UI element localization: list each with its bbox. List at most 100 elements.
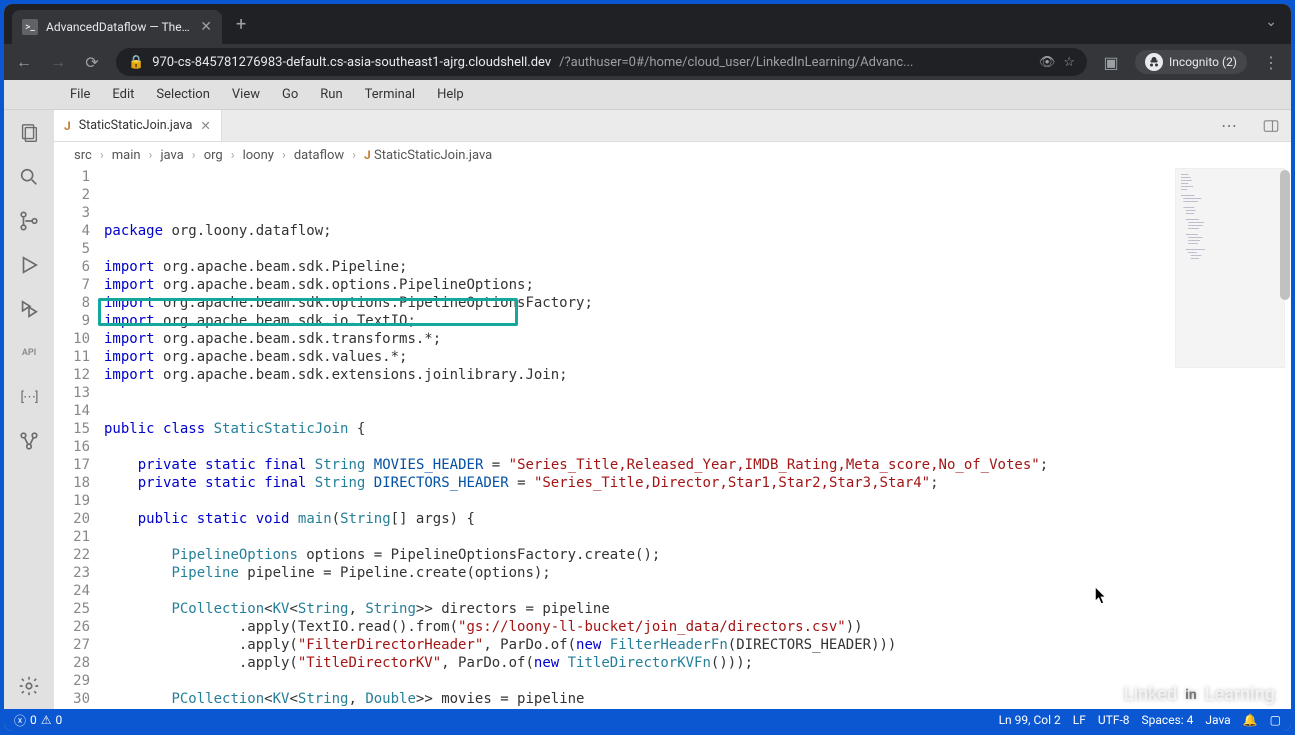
breadcrumb-segment[interactable]: java	[160, 148, 183, 163]
breadcrumb-segment[interactable]: dataflow	[294, 148, 344, 163]
chevron-right-icon: ›	[227, 148, 239, 163]
debug-alt-icon[interactable]	[16, 296, 42, 322]
minimap[interactable]: ▬▬▬▬▬▬▬▬▬▬▬▬▬▬▬▬▬▬▬▬▬▬▬▬▬▬▬▬▬▬▬▬▬▬▬▬▬▬▬▬…	[1175, 168, 1285, 368]
editor-tab-label: StaticStaticJoin.java	[79, 118, 193, 133]
line-number: 17	[54, 456, 90, 474]
settings-gear-icon[interactable]	[16, 673, 42, 699]
menu-edit[interactable]: Edit	[102, 83, 144, 106]
code-line[interactable]: import org.apache.beam.sdk.options.Pipel…	[104, 276, 1291, 294]
tabs-dropdown-icon[interactable]: ⌄	[1251, 4, 1291, 40]
line-number: 21	[54, 528, 90, 546]
code-line[interactable]: private static final String DIRECTORS_HE…	[104, 474, 1291, 492]
code-editor[interactable]: 1234567891011121314151617181920212223242…	[54, 168, 1291, 709]
explorer-icon[interactable]	[16, 120, 42, 146]
breadcrumb-segment[interactable]: loony	[243, 148, 274, 163]
line-number: 23	[54, 564, 90, 582]
line-number: 22	[54, 546, 90, 564]
status-indent[interactable]: Spaces: 4	[1142, 713, 1194, 727]
code-line[interactable]	[104, 402, 1291, 420]
code-line[interactable]: .apply("FilterDirectorHeader", ParDo.of(…	[104, 636, 1291, 654]
code-line[interactable]: import org.apache.beam.sdk.transforms.*;	[104, 330, 1291, 348]
url-bar[interactable]: 🔒 970-cs-845781276983-default.cs-asia-so…	[116, 48, 1087, 76]
scrollbar-thumb[interactable]	[1280, 170, 1290, 300]
brackets-icon[interactable]: [⋯]	[16, 384, 42, 410]
code-line[interactable]: PCollection<KV<String, Double>> movies =…	[104, 690, 1291, 708]
menu-selection[interactable]: Selection	[146, 83, 219, 106]
code-line[interactable]: public class StaticStaticJoin {	[104, 420, 1291, 438]
star-icon[interactable]: ☆	[1063, 55, 1075, 70]
menu-run[interactable]: Run	[310, 83, 352, 106]
status-eol[interactable]: LF	[1073, 713, 1086, 727]
url-path: /?authuser=0#/home/cloud_user/LinkedInLe…	[559, 55, 913, 70]
editor-area: J StaticStaticJoin.java ✕ ⋯ src › main › jav…	[54, 110, 1291, 709]
code-line[interactable]: import org.apache.beam.sdk.Pipeline;	[104, 258, 1291, 276]
code-line[interactable]	[104, 672, 1291, 690]
code-line[interactable]	[104, 582, 1291, 600]
code-line[interactable]: import org.apache.beam.sdk.io.TextIO;	[104, 312, 1291, 330]
code-line[interactable]: import org.apache.beam.sdk.extensions.jo…	[104, 366, 1291, 384]
status-cursor-pos[interactable]: Ln 99, Col 2	[999, 713, 1061, 727]
eye-off-icon[interactable]: 👁	[1039, 55, 1056, 70]
line-number: 26	[54, 618, 90, 636]
line-number: 9	[54, 312, 90, 330]
editor-more-icon[interactable]: ⋯	[1209, 110, 1251, 141]
search-icon[interactable]	[16, 164, 42, 190]
menu-help[interactable]: Help	[427, 83, 474, 106]
status-problems[interactable]: ⓧ 0 ⚠ 0	[14, 712, 62, 729]
breadcrumb-segment[interactable]: src	[74, 148, 92, 163]
api-icon[interactable]: API	[16, 340, 42, 366]
menu-go[interactable]: Go	[272, 83, 308, 106]
nav-forward-icon[interactable]: →	[48, 52, 68, 72]
code-line[interactable]: import org.apache.beam.sdk.options.Pipel…	[104, 294, 1291, 312]
layout-icon[interactable]: ▢	[1270, 713, 1281, 727]
menu-terminal[interactable]: Terminal	[355, 83, 425, 106]
breadcrumb-segment[interactable]: main	[112, 148, 141, 163]
line-number: 1	[54, 168, 90, 186]
cloud-deploy-icon[interactable]	[16, 428, 42, 454]
line-number: 15	[54, 420, 90, 438]
code-line[interactable]: .apply(TextIO.read().from("gs://loony-ll…	[104, 618, 1291, 636]
menu-view[interactable]: View	[222, 83, 270, 106]
code-line[interactable]: .apply("TitleDirectorKV", ParDo.of(new T…	[104, 654, 1291, 672]
code-line[interactable]	[104, 528, 1291, 546]
browser-menu-icon[interactable]: ⋮	[1261, 53, 1281, 72]
status-language[interactable]: Java	[1205, 713, 1230, 727]
run-debug-icon[interactable]	[16, 252, 42, 278]
code-line[interactable]: .apply(TextIO.read().from("gs://loony-ll…	[104, 708, 1291, 709]
source-control-icon[interactable]	[16, 208, 42, 234]
chevron-right-icon: ›	[96, 148, 108, 163]
toggle-panel-icon[interactable]	[1251, 110, 1291, 141]
breadcrumb-segment[interactable]: org	[204, 148, 223, 163]
nav-reload-icon[interactable]: ⟳	[82, 53, 102, 72]
code-line[interactable]	[104, 438, 1291, 456]
code-line[interactable]	[104, 492, 1291, 510]
breadcrumb-segment[interactable]: J StaticStaticJoin.java	[364, 148, 492, 163]
new-tab-button[interactable]: +	[222, 14, 260, 35]
code-line[interactable]: private static final String MOVIES_HEADE…	[104, 456, 1291, 474]
code-line[interactable]: public static void main(String[] args) {	[104, 510, 1291, 528]
browser-toolbar: ← → ⟳ 🔒 970-cs-845781276983-default.cs-a…	[4, 44, 1291, 80]
status-encoding[interactable]: UTF-8	[1098, 713, 1130, 727]
code-line[interactable]: package org.loony.dataflow;	[104, 222, 1291, 240]
line-number: 27	[54, 636, 90, 654]
code-line[interactable]: PCollection<KV<String, String>> director…	[104, 600, 1291, 618]
line-gutter: 1234567891011121314151617181920212223242…	[54, 168, 104, 709]
menu-file[interactable]: File	[60, 83, 100, 106]
code-line[interactable]	[104, 240, 1291, 258]
code-line[interactable]: import org.apache.beam.sdk.values.*;	[104, 348, 1291, 366]
scrollbar[interactable]	[1277, 168, 1291, 709]
bell-icon[interactable]: 🔔	[1243, 713, 1258, 727]
nav-back-icon[interactable]: ←	[14, 52, 34, 72]
tab-close-icon[interactable]: ✕	[200, 19, 212, 35]
close-icon[interactable]: ✕	[200, 118, 210, 134]
code-line[interactable]	[104, 384, 1291, 402]
code-line[interactable]: PipelineOptions options = PipelineOption…	[104, 546, 1291, 564]
editor-tab[interactable]: J StaticStaticJoin.java ✕	[54, 110, 222, 141]
panel-icon[interactable]: ▣	[1101, 53, 1121, 72]
browser-tab[interactable]: >_ AdvancedDataflow — Theia for ✕	[12, 10, 222, 44]
code-content[interactable]: package org.loony.dataflow; import org.ap…	[104, 168, 1291, 709]
code-line[interactable]: Pipeline pipeline = Pipeline.create(opti…	[104, 564, 1291, 582]
line-number: 4	[54, 222, 90, 240]
incognito-badge[interactable]: Incognito (2)	[1135, 50, 1247, 74]
line-number: 18	[54, 474, 90, 492]
